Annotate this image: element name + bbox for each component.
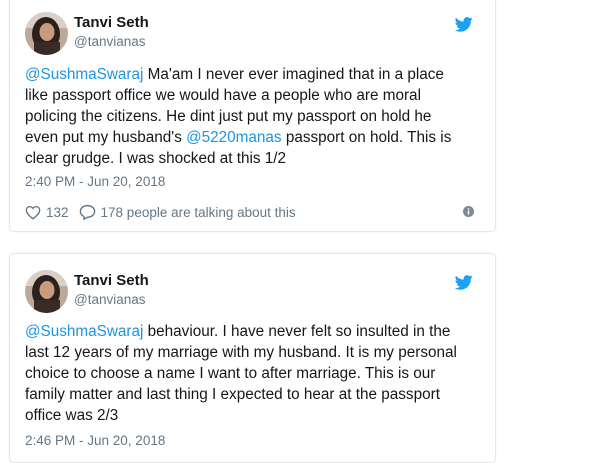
mention-link[interactable]: @5220manas (186, 129, 281, 146)
tweet-text-line: last 12 years of my marriage with my hus… (25, 342, 487, 363)
like-button[interactable]: 132 (25, 205, 79, 220)
tweet-text-segment: behaviour. I have never felt so insulted… (143, 323, 451, 340)
tweet-timestamp[interactable]: 2:40 PM - Jun 20, 2018 (25, 174, 165, 189)
tweet-text-segment: choice to choose a name I want to after … (25, 365, 436, 382)
tweet-text-line: clear grudge. I was shocked at this 1/2 (25, 148, 487, 169)
reply-button[interactable]: 178 people are talking about this (79, 204, 296, 220)
tweet-text-line: like passport office we would have a peo… (25, 85, 487, 106)
avatar[interactable] (25, 12, 68, 55)
author-name[interactable]: Tanvi Seth (74, 272, 149, 289)
tweet-text-line: policing the citizens. He dint just put … (25, 106, 487, 127)
tweet-text-line: @SushmaSwaraj Ma'am I never ever imagine… (25, 64, 487, 85)
twitter-bird-icon[interactable] (455, 17, 473, 32)
tweet-text-segment: office was 2/3 (25, 407, 119, 424)
avatar[interactable] (25, 270, 68, 313)
tweet-text: @SushmaSwaraj Ma'am I never ever imagine… (25, 64, 487, 169)
info-icon[interactable] (463, 206, 474, 217)
tweet-text-segment: passport on hold. This is (281, 129, 452, 146)
tweet-timestamp[interactable]: 2:46 PM - Jun 20, 2018 (25, 433, 165, 448)
tweet-text-segment: last 12 years of my marriage with my hus… (25, 344, 457, 361)
tweet-text-line: family matter and last thing I expected … (25, 384, 487, 405)
twitter-bird-icon[interactable] (455, 275, 473, 290)
tweet-text-line: even put my husband's @5220manas passpor… (25, 127, 487, 148)
tweet-text-segment: like passport office we would have a peo… (25, 87, 421, 104)
tweet-text-line: @SushmaSwaraj behaviour. I have never fe… (25, 321, 487, 342)
avatar-photo (25, 12, 68, 55)
tweet-text-line: choice to choose a name I want to after … (25, 363, 487, 384)
talking-about-text[interactable]: 178 people are talking about this (101, 205, 296, 220)
tweet-text: @SushmaSwaraj behaviour. I have never fe… (25, 321, 487, 426)
tweet-actions: 132 178 people are talking about this (25, 203, 296, 221)
heart-icon[interactable] (25, 205, 41, 220)
tweet-text-segment: family matter and last thing I expected … (25, 386, 440, 403)
tweet-card[interactable]: Tanvi Seth @tanvianas @SushmaSwaraj Ma'a… (9, 0, 496, 232)
tweet-text-segment: policing the citizens. He dint just put … (25, 108, 432, 125)
author-handle[interactable]: @tanvianas (74, 34, 146, 49)
mention-link[interactable]: @SushmaSwaraj (25, 66, 143, 83)
avatar-photo (25, 270, 68, 313)
author-handle[interactable]: @tanvianas (74, 292, 146, 307)
tweet-text-segment: Ma'am I never ever imagined that in a pl… (143, 66, 444, 83)
speech-bubble-icon[interactable] (79, 204, 96, 220)
tweet-card[interactable]: Tanvi Seth @tanvianas @SushmaSwaraj beha… (9, 253, 496, 463)
tweet-text-segment: clear grudge. I was shocked at this 1/2 (25, 150, 287, 167)
tweet-text-line: office was 2/3 (25, 405, 487, 426)
mention-link[interactable]: @SushmaSwaraj (25, 323, 143, 340)
like-count: 132 (46, 204, 69, 220)
author-name[interactable]: Tanvi Seth (74, 14, 149, 31)
tweet-text-segment: even put my husband's (25, 129, 187, 146)
